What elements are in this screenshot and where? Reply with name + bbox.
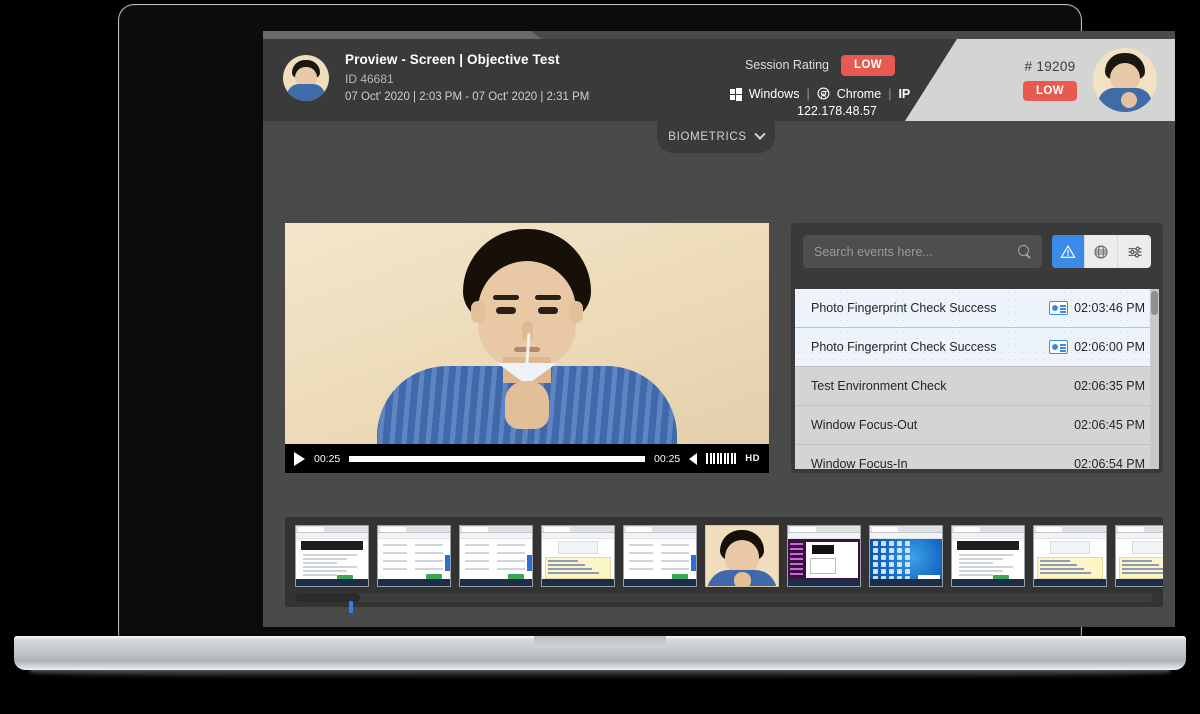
candidate-meta: # 19209 LOW — [1022, 58, 1077, 102]
windows-icon — [729, 87, 742, 101]
session-summary: Session Rating LOW Windows | Chrome | IP… — [695, 55, 945, 118]
ip-label: IP — [898, 86, 911, 101]
event-time: 02:06:00 PM — [1074, 340, 1145, 354]
app-header: Proview - Screen | Objective Test ID 466… — [263, 39, 1175, 121]
event-time: 02:06:54 PM — [1074, 457, 1145, 469]
events-toolbar — [791, 223, 1163, 279]
video-total-time: 00:25 — [653, 452, 681, 465]
filmstrip-thumbnail[interactable] — [705, 525, 779, 587]
video-frame[interactable] — [285, 223, 769, 444]
screenshot-stage: Proview - Screen | Objective Test ID 466… — [0, 0, 1200, 714]
filmstrip — [285, 517, 1163, 613]
ip-value: 122.178.48.57 — [797, 103, 877, 118]
filmstrip-thumbnail[interactable] — [1115, 525, 1163, 587]
session-id: ID 46681 — [345, 72, 394, 86]
candidate-id: # 19209 — [1024, 58, 1076, 74]
search-events-box[interactable] — [803, 235, 1042, 268]
browser-label: Chrome — [836, 86, 882, 101]
speaker-icon[interactable] — [689, 452, 698, 465]
search-input[interactable] — [814, 244, 1018, 259]
candidate-panel: # 19209 LOW — [905, 39, 1175, 121]
id-card-icon[interactable] — [1049, 301, 1069, 315]
main-content: 00:25 00:25 HD Search events here... Pho… — [263, 121, 1175, 627]
filmstrip-playhead[interactable] — [349, 601, 353, 613]
filmstrip-rail[interactable] — [295, 525, 1163, 587]
event-name: Window Focus-In — [811, 457, 908, 469]
events-filter-group — [1052, 235, 1151, 268]
warning-triangle-icon — [1060, 244, 1076, 258]
session-rating-label: Session Rating — [744, 58, 830, 73]
filmstrip-scrollbar[interactable] — [295, 593, 1153, 602]
session-date-range: 07 Oct' 2020 | 2:03 PM - 07 Oct' 2020 | … — [345, 91, 590, 103]
sliders-icon — [1127, 245, 1142, 258]
session-rating-row: Session Rating LOW — [695, 55, 945, 76]
event-name: Test Environment Check — [811, 379, 947, 393]
filmstrip-thumbnail[interactable] — [541, 525, 615, 587]
event-row[interactable]: Test Environment Check 02:06:35 PM — [795, 367, 1159, 406]
settings-filter-button[interactable] — [1118, 235, 1151, 268]
filmstrip-thumbnail[interactable] — [623, 525, 697, 587]
alerts-filter-button[interactable] — [1052, 235, 1085, 268]
event-row[interactable]: Photo Fingerprint Check Success 02:06:00 … — [795, 328, 1159, 367]
search-icon — [1018, 245, 1031, 258]
web-filter-button[interactable] — [1085, 235, 1118, 268]
filmstrip-thumbnail[interactable] — [377, 525, 451, 587]
event-time: 02:03:46 PM — [1074, 301, 1145, 315]
separator-2: | — [888, 86, 892, 101]
session-rating-badge: LOW — [841, 55, 896, 76]
video-controls: 00:25 00:25 HD — [285, 444, 769, 473]
filmstrip-thumbnail[interactable] — [869, 525, 943, 587]
events-scrollbar[interactable] — [1150, 289, 1159, 469]
separator-1: | — [806, 86, 810, 101]
events-panel: Photo Fingerprint Check Success 02:03:46 … — [791, 223, 1163, 473]
event-name: Window Focus-Out — [811, 418, 918, 432]
filmstrip-thumbnail[interactable] — [1033, 525, 1107, 587]
chrome-icon — [817, 87, 830, 100]
event-name: Photo Fingerprint Check Success — [811, 340, 997, 354]
candidate-rating-badge: LOW — [1022, 80, 1077, 102]
video-progress-bar[interactable] — [349, 455, 645, 462]
volume-slider[interactable] — [706, 453, 737, 464]
event-time: 02:06:45 PM — [1074, 418, 1145, 432]
os-label: Windows — [748, 86, 800, 101]
page-title: Proview - Screen | Objective Test — [345, 52, 560, 67]
session-avatar — [283, 55, 329, 101]
filmstrip-thumbnail[interactable] — [295, 525, 369, 587]
play-button[interactable] — [294, 451, 305, 466]
laptop-base — [14, 636, 1186, 670]
laptop-lid: Proview - Screen | Objective Test ID 466… — [118, 4, 1175, 637]
filmstrip-thumbnail[interactable] — [951, 525, 1025, 587]
events-scrollbar-thumb — [1151, 291, 1158, 315]
video-player: 00:25 00:25 HD — [285, 223, 769, 473]
events-list[interactable]: Photo Fingerprint Check Success 02:03:46 … — [795, 289, 1159, 469]
event-row[interactable]: Window Focus-Out 02:06:45 PM — [795, 406, 1159, 445]
filmstrip-thumbnail[interactable] — [459, 525, 533, 587]
video-current-time: 00:25 — [314, 452, 341, 465]
event-row[interactable]: Photo Fingerprint Check Success 02:03:46 … — [795, 289, 1159, 328]
event-time: 02:06:35 PM — [1074, 379, 1145, 393]
event-name: Photo Fingerprint Check Success — [811, 301, 997, 315]
session-meta: Proview - Screen | Objective Test ID 466… — [345, 52, 695, 103]
globe-icon — [1094, 244, 1108, 259]
laptop-screen: Proview - Screen | Objective Test ID 466… — [263, 31, 1175, 627]
candidate-avatar — [1093, 48, 1157, 112]
event-row[interactable]: Window Focus-In 02:06:54 PM — [795, 445, 1159, 469]
id-card-icon[interactable] — [1049, 340, 1069, 354]
filmstrip-thumbnail[interactable] — [787, 525, 861, 587]
environment-row: Windows | Chrome | IP — [695, 87, 945, 101]
video-quality-label[interactable]: HD — [745, 453, 760, 464]
